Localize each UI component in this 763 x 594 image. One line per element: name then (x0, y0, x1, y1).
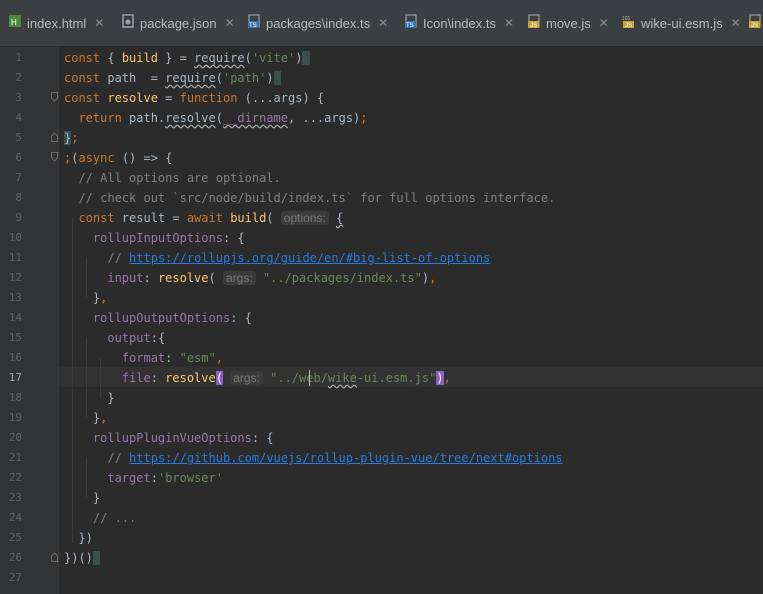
line-number: 20 (8, 431, 22, 444)
tab-move-js[interactable]: JS move.js ✕ (527, 0, 609, 46)
line-number: 2 (15, 71, 22, 84)
line-numbers: 1 2 3 4 5 6 7 8 9 10 11 12 13 14 15 16 1… (0, 47, 58, 594)
close-icon[interactable]: ✕ (731, 16, 741, 30)
code-line: }) (64, 531, 93, 545)
tab-icon-index-ts[interactable]: TS Icon\index.ts ✕ (404, 0, 514, 46)
line-number: 7 (15, 171, 22, 184)
tab-label: move.js (546, 15, 591, 31)
line-number: 16 (8, 351, 22, 364)
svg-text:JS: JS (751, 23, 758, 28)
code-line: ;(async () => { (64, 151, 173, 165)
close-icon[interactable]: ✕ (599, 16, 609, 30)
code-line: const path = require('path') (64, 68, 281, 88)
tab-label: index.html (27, 15, 87, 31)
code-line: // https://github.com/vuejs/rollup-plugi… (107, 451, 563, 465)
svg-text:JS: JS (625, 23, 632, 28)
code-lines: const { build } = require('vite') const … (64, 48, 563, 588)
line-number: 13 (8, 291, 22, 304)
ts-file-icon: TS (247, 14, 261, 28)
line-number: 15 (8, 331, 22, 344)
line-number: 17 (8, 371, 22, 384)
line-number: 24 (8, 511, 22, 524)
close-icon[interactable]: ✕ (378, 16, 388, 30)
code-line: const resolve = function (...args) { (64, 91, 325, 105)
svg-text:H: H (11, 18, 17, 27)
code-line: file: resolve( args: "../web/wike-ui.esm… (121, 371, 451, 385)
code-line: // https://rollupjs.org/guide/en/#big-li… (107, 251, 491, 265)
tab-label: packages\index.ts (266, 15, 371, 31)
tab-label: package.json (140, 15, 217, 31)
line-number: 1 (15, 51, 22, 64)
line-number: 3 (15, 91, 22, 104)
parameter-hint: options: (280, 211, 329, 225)
code-line: target:'browser' (107, 471, 223, 485)
code-line: rollupOutputOptions: { (92, 311, 252, 325)
code-line: const result = await build( options: { (78, 211, 344, 225)
js-file-icon: JS (748, 14, 762, 28)
line-number: 19 (8, 411, 22, 424)
line-number: 25 (8, 531, 22, 544)
line-number: 12 (8, 271, 22, 284)
code-line: input: resolve( args: "../packages/index… (107, 271, 437, 285)
code-line: // ... (92, 511, 137, 525)
code-line: }, (64, 291, 108, 305)
code-line: format: "esm", (121, 351, 223, 365)
tab-wike-ui-esm-js[interactable]: 101 JS wike-ui.esm.js ✕ (622, 0, 741, 46)
comment-link[interactable]: https://github.com/vuejs/rollup-plugin-v… (129, 451, 562, 465)
code-line: output:{ (107, 331, 166, 345)
tab-packages-index-ts[interactable]: TS packages\index.ts ✕ (247, 0, 388, 46)
line-number: 22 (8, 471, 22, 484)
tab-index-html[interactable]: H index.html ✕ (8, 0, 104, 46)
tab-overflow-js-file[interactable]: JS (748, 0, 763, 46)
fold-end-icon[interactable] (51, 132, 58, 142)
line-number: 6 (15, 151, 22, 164)
line-number: 4 (15, 111, 22, 124)
code-line: } (64, 491, 101, 505)
line-number: 10 (8, 231, 22, 244)
svg-text:JS: JS (530, 23, 537, 28)
svg-text:TS: TS (249, 23, 257, 28)
comment-link[interactable]: https://rollupjs.org/guide/en/#big-list-… (129, 251, 490, 265)
binary-js-file-icon: 101 JS (622, 14, 636, 28)
html-file-icon: H (8, 14, 22, 28)
line-number: 21 (8, 451, 22, 464)
svg-text:TS: TS (406, 23, 414, 28)
close-icon[interactable]: ✕ (504, 16, 514, 30)
code-line: rollupPluginVueOptions: { (92, 431, 274, 445)
code-line: }; (64, 131, 79, 145)
line-number: 5 (15, 131, 22, 144)
fold-marker-icon[interactable] (51, 92, 58, 102)
fold-end-icon[interactable] (51, 552, 58, 562)
line-number: 18 (8, 391, 22, 404)
tab-package-json[interactable]: package.json ✕ (121, 0, 235, 46)
code-line: // All options are optional. (78, 171, 281, 185)
json-file-icon (121, 14, 135, 28)
code-line: })() (64, 548, 101, 568)
line-number: 9 (15, 211, 22, 224)
line-number: 23 (8, 491, 22, 504)
line-number: 11 (8, 251, 22, 264)
close-icon[interactable]: ✕ (94, 16, 104, 30)
code-line: rollupInputOptions: { (92, 231, 245, 245)
tab-label: wike-ui.esm.js (641, 15, 723, 31)
close-icon[interactable]: ✕ (225, 16, 235, 30)
line-number: 14 (8, 311, 22, 324)
line-number: 27 (8, 571, 22, 584)
line-number: 8 (15, 191, 22, 204)
fold-marker-icon[interactable] (51, 152, 58, 162)
tab-label: Icon\index.ts (423, 15, 496, 31)
ts-file-icon: TS (404, 14, 418, 28)
editor-tab-bar: H index.html ✕ package.json ✕ TS package… (0, 0, 763, 47)
text-caret (309, 370, 310, 386)
parameter-hint: args: (230, 371, 263, 385)
js-file-icon: JS (527, 14, 541, 28)
code-line: } (64, 391, 115, 405)
parameter-hint: args: (222, 271, 256, 285)
line-number: 26 (8, 551, 22, 564)
code-line: // check out `src/node/build/index.ts` f… (78, 191, 556, 205)
code-line: }, (64, 411, 108, 425)
code-line: const { build } = require('vite') (64, 48, 310, 68)
code-line: return path.resolve(__dirname, ...args); (78, 111, 368, 125)
